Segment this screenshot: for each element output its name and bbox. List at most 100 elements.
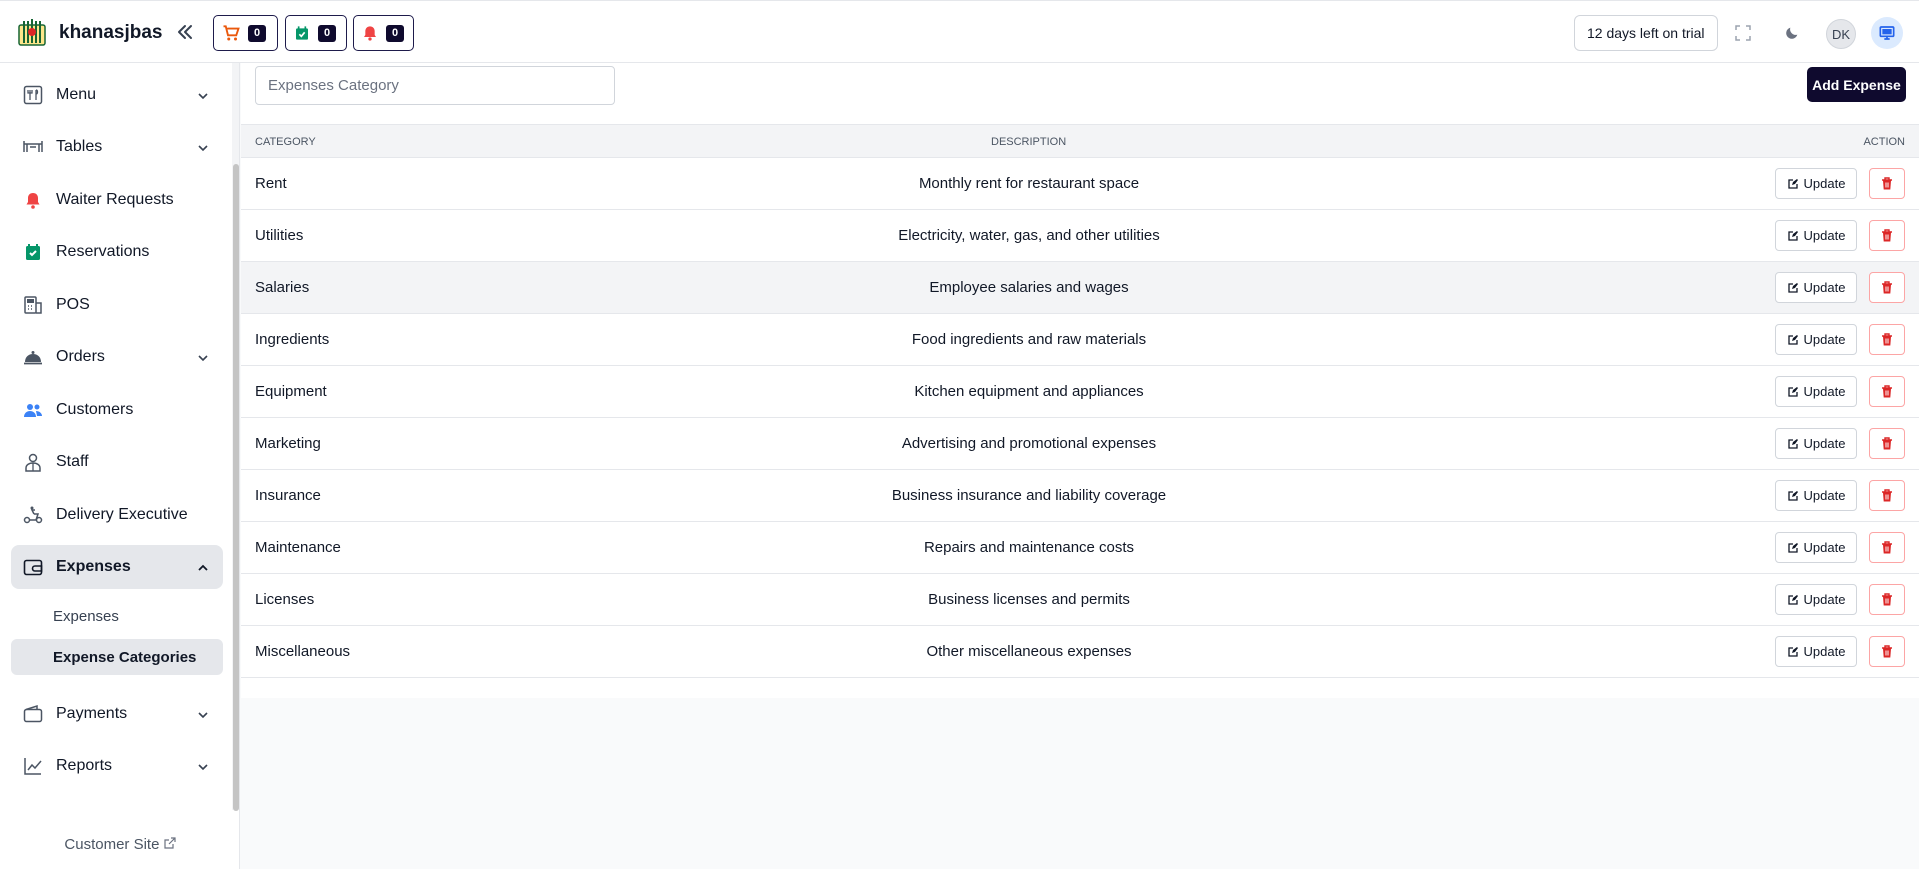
sidebar-item-reports[interactable]: Reports [11,744,223,788]
sidebar-item-orders[interactable]: Orders [11,335,223,379]
pos-screen-button[interactable] [1871,17,1903,49]
sidebar-item-payments[interactable]: Payments [11,692,223,736]
trial-badge[interactable]: 12 days left on trial [1574,15,1718,51]
customer-site-link[interactable]: Customer Site [0,836,240,853]
dark-mode-toggle[interactable] [1778,19,1806,47]
menu-icon [23,85,43,105]
brand-name: khanasjbas [59,22,163,43]
sidebar-item-tables[interactable]: Tables [11,125,223,169]
table-footer [241,678,1919,698]
cart-button[interactable]: 0 [213,15,278,51]
trash-icon [1882,645,1892,658]
fullscreen-icon [1735,25,1751,41]
sidebar-item-label: Reservations [56,243,150,260]
sidebar-item-reservations[interactable]: Reservations [11,230,223,274]
sidebar-item-label: Expenses [56,558,131,575]
update-label: Update [1803,280,1846,295]
sidebar-item-delivery-executive[interactable]: Delivery Executive [11,493,223,537]
sidebar-item-waiter-requests[interactable]: Waiter Requests [11,178,223,222]
description-cell: Employee salaries and wages [929,279,1129,296]
trash-icon [1882,177,1892,190]
delete-button[interactable] [1869,272,1905,303]
wallet-icon [23,704,43,723]
moon-icon [1786,27,1798,39]
chevron-down-icon [198,93,208,100]
bell-icon [364,26,376,41]
sidebar-subitem-expenses[interactable]: Expenses [11,598,223,634]
table-row: Licenses Business licenses and permits Upd… [241,574,1919,626]
update-label: Update [1803,436,1846,451]
collapse-sidebar-icon[interactable] [174,21,196,43]
update-label: Update [1803,228,1846,243]
category-cell: Marketing [255,435,321,452]
delete-button[interactable] [1869,532,1905,563]
delete-button[interactable] [1869,636,1905,667]
update-button[interactable]: Update [1775,428,1857,459]
table-header: CATEGORY DESCRIPTION ACTION [241,124,1919,158]
update-button[interactable]: Update [1775,168,1857,199]
external-link-icon [164,837,176,849]
waiter-requests-button[interactable]: 0 [353,15,414,51]
table-row: Equipment Kitchen equipment and appliance… [241,366,1919,418]
update-button[interactable]: Update [1775,324,1857,355]
sidebar-item-pos[interactable]: POS [11,283,223,327]
sidebar-item-customers[interactable]: Customers [11,388,223,432]
search-input[interactable] [255,66,615,105]
update-button[interactable]: Update [1775,376,1857,407]
edit-icon [1787,178,1798,189]
delete-button[interactable] [1869,428,1905,459]
sidebar-item-staff[interactable]: Staff [11,440,223,484]
add-expense-button[interactable]: Add Expense [1807,67,1906,102]
sidebar-item-menu[interactable]: Menu [11,73,223,117]
monitor-icon [1879,26,1895,40]
calendar-check-icon [26,244,40,260]
update-button[interactable]: Update [1775,584,1857,615]
trash-icon [1882,593,1892,606]
description-cell: Kitchen equipment and appliances [914,383,1144,400]
delete-button[interactable] [1869,376,1905,407]
sidebar-item-expenses[interactable]: Expenses [11,545,223,589]
description-cell: Business licenses and permits [928,591,1130,608]
edit-icon [1787,490,1798,501]
column-header-description: DESCRIPTION [991,136,1067,148]
update-button[interactable]: Update [1775,532,1857,563]
update-button[interactable]: Update [1775,480,1857,511]
delete-button[interactable] [1869,480,1905,511]
edit-icon [1787,386,1798,397]
scooter-icon [23,506,43,524]
trash-icon [1882,437,1892,450]
sidebar-subitem-expense-categories[interactable]: Expense Categories [11,639,223,675]
categories-table: CATEGORY DESCRIPTION ACTION Rent Monthly … [241,124,1919,698]
table-row: Ingredients Food ingredients and raw mate… [241,314,1919,366]
category-cell: Maintenance [255,539,341,556]
reservations-button[interactable]: 0 [285,15,347,51]
fullscreen-button[interactable] [1729,19,1757,47]
column-header-action: ACTION [1863,136,1905,148]
category-cell: Equipment [255,383,327,400]
cloche-icon [24,351,42,365]
chevron-down-icon [198,764,208,771]
delete-button[interactable] [1869,324,1905,355]
sidebar-item-label: Staff [56,453,89,470]
cart-count: 0 [248,24,267,42]
update-button[interactable]: Update [1775,220,1857,251]
category-cell: Rent [255,175,287,192]
description-cell: Monthly rent for restaurant space [918,175,1140,192]
sidebar-item-label: Menu [56,86,97,103]
delete-button[interactable] [1869,168,1905,199]
delete-button[interactable] [1869,220,1905,251]
update-label: Update [1803,488,1846,503]
delete-button[interactable] [1869,584,1905,615]
sidebar-item-label: Reports [56,757,113,774]
top-header: khanasjbas 0 0 0 12 days left on trial D… [0,0,1919,63]
sidebar-item-label: POS [56,296,90,313]
bell-icon [26,193,40,209]
pos-icon [24,296,42,314]
sidebar-scrollbar[interactable] [233,164,239,811]
update-button[interactable]: Update [1775,636,1857,667]
update-button[interactable]: Update [1775,272,1857,303]
edit-icon [1787,594,1798,605]
column-header-category: CATEGORY [255,136,316,148]
avatar[interactable]: DK [1826,19,1856,49]
chevron-down-icon [198,145,208,152]
